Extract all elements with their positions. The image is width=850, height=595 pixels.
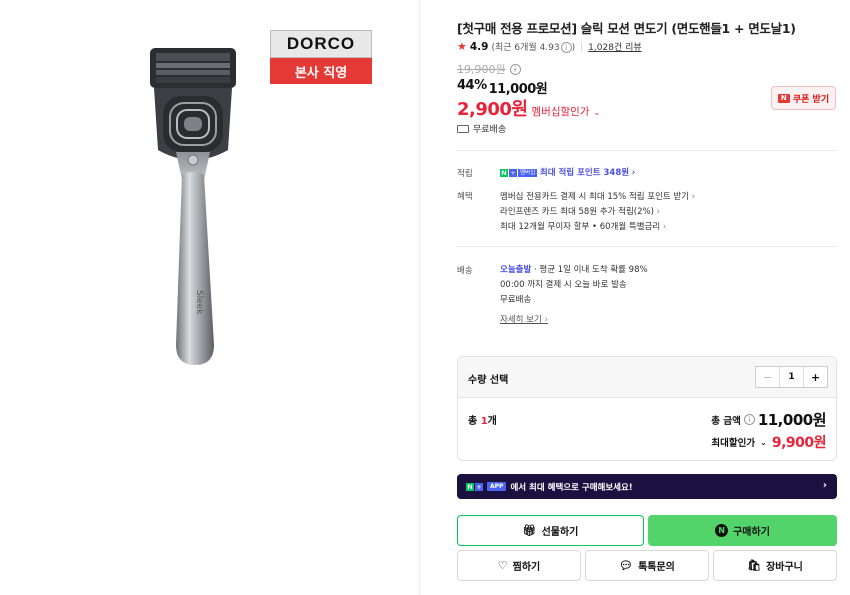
member-price-label: 멤버십할인가 <box>531 106 590 118</box>
chevron-down-icon: ⌄ <box>760 437 767 447</box>
cart-icon: 🛍︎ <box>747 559 762 572</box>
free-shipping: 무료배송 <box>457 122 506 135</box>
heart-icon: ♡ <box>497 559 508 572</box>
points-row[interactable]: N + 멤버십 최대 적립 포인트 348원 › <box>500 166 635 178</box>
total-count: 총 1개 <box>468 416 497 427</box>
quantity-selector-box: 수량 선택 − 1 + 총 1개 총 금액 i 11,000원 최대할인가 ⌄ … <box>457 356 837 461</box>
gift-button-label: 선물하기 <box>541 527 579 538</box>
delivery-fee: 무료배송 <box>500 295 532 305</box>
talk-button-label: 톡톡문의 <box>638 562 675 573</box>
free-shipping-label: 무료배송 <box>473 125 507 135</box>
gift-icon: 🎁︎ <box>522 524 537 537</box>
points-label: 적립 <box>457 169 473 179</box>
app-promo-text: 에서 최대 혜택으로 구매해보세요! <box>510 482 633 493</box>
chevron-down-icon: ⌄ <box>593 108 601 117</box>
rating-detail: (최근 6개월 4.93 i) <box>491 42 576 53</box>
chevron-right-icon: › <box>544 315 548 325</box>
chevron-right-icon: › <box>656 207 661 217</box>
app-promo-banner[interactable]: N + APP 에서 최대 혜택으로 구매해보세요! › <box>457 474 837 499</box>
original-price-value: 19,900원 <box>457 63 506 76</box>
buy-button-label: 구매하기 <box>733 527 770 538</box>
coupon-button[interactable]: N 쿠폰 받기 <box>771 86 836 110</box>
delivery-today-row: 오늘출발 · 평균 1일 이내 도착 확률 98% <box>500 263 648 275</box>
quantity-label: 수량 선택 <box>468 375 509 386</box>
coupon-icon: N <box>777 93 790 103</box>
cart-button-label: 장바구니 <box>766 562 803 573</box>
gift-button[interactable]: 🎁︎ 선물하기 <box>457 515 644 546</box>
plus-button[interactable]: + <box>803 367 827 387</box>
coupon-label: 쿠폰 받기 <box>792 94 830 105</box>
review-count-link[interactable]: 1,028건 리뷰 <box>588 40 641 53</box>
handle-brand-text: Sleek <box>194 290 204 315</box>
quantity-value[interactable]: 1 <box>780 367 803 387</box>
divider <box>457 246 837 247</box>
max-points-text: 최대 적립 포인트 348원 <box>539 168 630 178</box>
razor-image[interactable]: Sleek <box>0 0 420 595</box>
dorco-badge: DORCO 본사 직영 <box>270 30 372 86</box>
wish-button[interactable]: ♡ 찜하기 <box>457 550 581 581</box>
product-detail-panel: [첫구매 전용 프로모션] 슬릭 모션 면도기 (면도핸들1 + 면도날1) ★… <box>457 0 837 595</box>
delivery-cutoff: 00:00 까지 결제 시 오늘 바로 발송 <box>500 280 627 290</box>
rating-row: ★ 4.9 (최근 6개월 4.93 i) | 1,028건 리뷰 <box>457 40 642 53</box>
buy-button[interactable]: N 구매하기 <box>648 515 837 546</box>
chevron-right-icon: › <box>691 192 696 202</box>
wish-button-label: 찜하기 <box>512 562 541 573</box>
benefits-label: 혜택 <box>457 192 473 202</box>
app-badge: APP <box>487 482 507 491</box>
max-discount-row[interactable]: 최대할인가 ⌄ 9,900원 <box>711 432 826 452</box>
talk-inquiry-button[interactable]: 💬︎ 톡톡문의 <box>585 550 709 581</box>
product-image-panel: Sleek DORCO 본사 직영 <box>0 0 420 595</box>
npay-icon: N <box>715 524 729 537</box>
quantity-header: 수량 선택 − 1 + <box>458 357 836 398</box>
benefit-item[interactable]: 멤버십 전용카드 결제 시 최대 15% 적립 포인트 받기 › <box>500 190 695 202</box>
benefit-item[interactable]: 최대 12개월 무이자 할부 • 60개월 특별금리 › <box>500 220 666 232</box>
delivery-details-link[interactable]: 자세히 보기 › <box>500 313 548 325</box>
member-price-row[interactable]: 2,900원 멤버십할인가 ⌄ <box>457 95 600 121</box>
official-store-label: 본사 직영 <box>270 58 372 84</box>
info-icon[interactable]: i <box>560 42 572 53</box>
cart-button[interactable]: 🛍︎ 장바구니 <box>713 550 837 581</box>
dorco-logo: DORCO <box>270 30 372 58</box>
today-shipping-badge: 오늘출발 <box>500 265 532 275</box>
chevron-right-icon: › <box>662 222 667 232</box>
product-title: [첫구매 전용 프로모션] 슬릭 모션 면도기 (면도핸들1 + 면도날1) <box>457 21 796 36</box>
info-icon[interactable]: i <box>743 414 755 425</box>
today-shipping-desc: · 평균 1일 이내 도착 확률 98% <box>533 265 648 275</box>
divider: | <box>580 41 584 52</box>
info-icon[interactable]: i <box>509 63 521 75</box>
delivery-label: 배송 <box>457 266 473 276</box>
npay-membership-badge: N + 멤버십 <box>500 168 538 177</box>
divider <box>457 150 837 151</box>
chat-icon: 💬︎ <box>619 559 634 572</box>
max-discount-label: 최대할인가 <box>711 438 756 449</box>
benefit-item[interactable]: 라인프렌즈 카드 최대 58원 추가 적립(2%) › <box>500 205 660 217</box>
quantity-stepper[interactable]: − 1 + <box>755 366 828 388</box>
max-discount-price: 9,900원 <box>771 435 827 451</box>
total-amount-label: 총 금액 <box>711 415 741 427</box>
chevron-right-icon: › <box>631 168 636 178</box>
minus-button[interactable]: − <box>756 367 780 387</box>
original-price: 19,900원 i <box>457 61 521 77</box>
total-amount-value: 11,000원 <box>757 411 827 429</box>
total-amount-row: 총 금액 i 11,000원 <box>711 409 826 430</box>
rating-score: 4.9 <box>469 40 489 53</box>
member-price: 2,900원 <box>457 99 528 120</box>
chevron-right-icon: › <box>822 480 827 491</box>
star-icon: ★ <box>457 40 467 53</box>
npay-badge: N + <box>466 482 483 491</box>
truck-icon <box>457 124 469 133</box>
